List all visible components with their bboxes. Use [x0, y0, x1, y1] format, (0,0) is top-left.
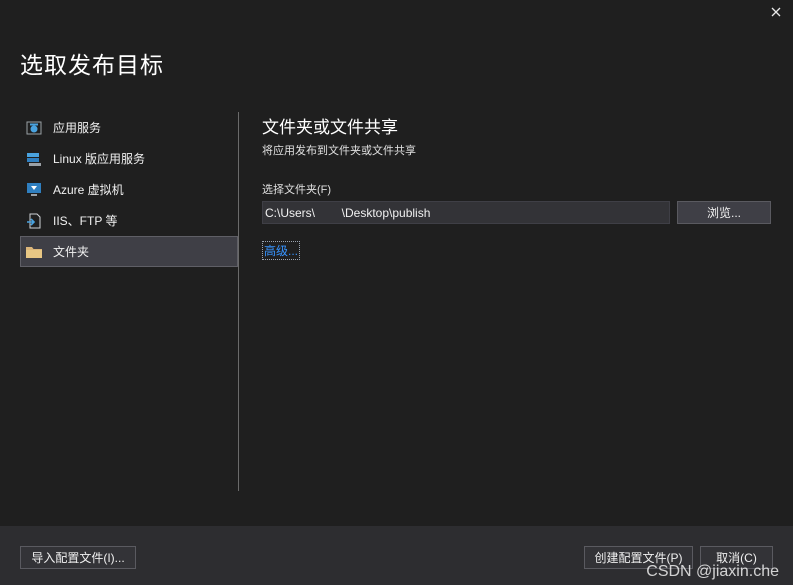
close-icon [771, 7, 781, 17]
sidebar-item-label: 应用服务 [53, 121, 102, 135]
browse-button[interactable]: 浏览... [677, 201, 771, 224]
import-profile-button[interactable]: 导入配置文件(I)... [20, 546, 136, 569]
sidebar-item-label: Azure 虚拟机 [53, 183, 124, 197]
close-button[interactable] [765, 2, 787, 22]
folder-settings-panel: 文件夹或文件共享 将应用发布到文件夹或文件共享 选择文件夹(F) 浏览... 高… [262, 112, 772, 260]
dialog-title: 选取发布目标 [20, 52, 164, 78]
advanced-link[interactable]: 高级... [262, 241, 301, 260]
folder-row: 浏览... [262, 201, 772, 224]
folder-icon [25, 243, 43, 261]
sidebar-item-label: IIS、FTP 等 [53, 214, 118, 228]
sidebar-item-folder[interactable]: 文件夹 [20, 236, 238, 267]
iis-ftp-icon [25, 212, 43, 230]
sidebar-item-iis-ftp[interactable]: IIS、FTP 等 [20, 205, 238, 236]
sidebar-item-linux-app-service[interactable]: Linux 版应用服务 [20, 143, 238, 174]
azure-vm-icon [25, 181, 43, 199]
sidebar-item-label: Linux 版应用服务 [53, 152, 146, 166]
linux-app-service-icon [25, 150, 43, 168]
publish-target-list: 应用服务 Linux 版应用服务 Azure 虚拟机 IIS、FTP 等 文件夹 [20, 112, 238, 267]
folder-path-input[interactable] [262, 201, 670, 224]
sidebar-item-azure-vm[interactable]: Azure 虚拟机 [20, 174, 238, 205]
content-title: 文件夹或文件共享 [262, 118, 398, 137]
sidebar-item-label: 文件夹 [53, 245, 90, 259]
panel-divider [238, 112, 239, 491]
content-subtitle: 将应用发布到文件夹或文件共享 [262, 145, 416, 157]
folder-label: 选择文件夹(F) [262, 184, 332, 196]
watermark: CSDN @jiaxin.che [646, 563, 779, 580]
app-service-icon [25, 119, 43, 137]
sidebar-item-app-service[interactable]: 应用服务 [20, 112, 238, 143]
